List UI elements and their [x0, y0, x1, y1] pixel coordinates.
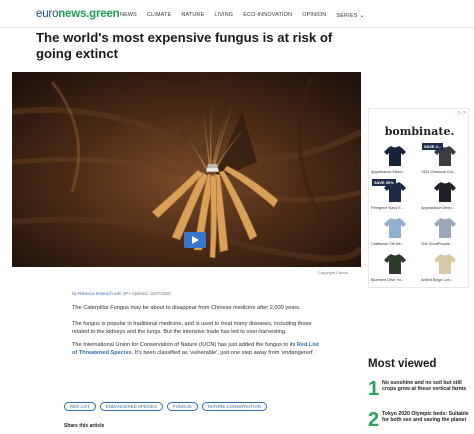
- logo-main: news.green: [58, 8, 120, 20]
- author-link[interactable]: Rebecca Kesevich: [78, 291, 113, 296]
- ad-product[interactable]: Craftsman Off-Wh...: [371, 215, 419, 253]
- nav-eco-innovation[interactable]: ECO-INNOVATION: [243, 12, 292, 19]
- ad-product[interactable]: The GoodPeople...: [421, 215, 469, 253]
- byline-with: with: [113, 291, 122, 296]
- ad-product[interactable]: Bluemint Olive Ya...: [371, 251, 419, 289]
- most-viewed-title: Most viewed: [368, 358, 437, 370]
- nav-climate[interactable]: CLIMATE: [147, 12, 171, 19]
- shirt-icon: [384, 254, 406, 274]
- tag-fungus[interactable]: FUNGUS: [167, 402, 198, 411]
- shirt-icon: [384, 218, 406, 238]
- agency-link[interactable]: AP: [122, 291, 128, 296]
- article-paragraph-2: The fungus is popular in traditional med…: [72, 321, 312, 336]
- shirt-icon: [434, 182, 456, 202]
- share-heading: Share this article: [64, 423, 105, 429]
- top-navigation: euronews.green NEWS CLIMATE NATURE LIVIN…: [0, 0, 474, 28]
- ad-product-label: Appearance Midni...: [371, 170, 405, 174]
- nav-nature[interactable]: NATURE: [181, 12, 204, 19]
- nav-series-label: SERIES: [336, 13, 358, 19]
- byline: By Rebecca Kesevich with AP • Updated: 1…: [72, 291, 171, 296]
- nav-opinion[interactable]: OPINION: [302, 12, 326, 19]
- logo-prefix: euro: [36, 8, 59, 20]
- ad-product-label: Peregrine Navy E...: [371, 206, 404, 210]
- ad-product-label: Appearance Deep...: [421, 206, 455, 210]
- most-viewed-headline[interactable]: No sunshine and no soil but still crops …: [382, 380, 472, 393]
- tag-nature-conservation[interactable]: NATURE CONSERVATION: [201, 402, 267, 411]
- byline-updated: • Updated: 15/07/2020: [129, 291, 171, 296]
- shirt-icon: [384, 146, 406, 166]
- play-icon[interactable]: [184, 232, 206, 248]
- paragraph-3-text-b: . It's been classified as 'vulnerable', …: [131, 350, 315, 357]
- nav-series[interactable]: SERIES ⌄: [336, 12, 364, 19]
- paragraph-3-text-a: The International Union for Conservation…: [72, 342, 297, 348]
- ad-product-label: The GoodPeople...: [421, 242, 453, 246]
- shirt-icon: [434, 218, 456, 238]
- rank-number: 1: [368, 378, 380, 400]
- shirt-icon: [434, 254, 456, 274]
- article-paragraph-3: The International Union for Conservation…: [72, 341, 324, 357]
- chevron-down-icon: ⌄: [359, 13, 365, 19]
- nav-living[interactable]: LIVING: [214, 12, 233, 19]
- advertisement[interactable]: ▷ × bombinate. Appearance Midni... SAVE 2…: [368, 108, 469, 288]
- ad-brand: bombinate.: [384, 125, 455, 138]
- site-logo[interactable]: euronews.green: [36, 8, 120, 20]
- article-paragraph-1: The Caterpillar Fungus may be about to d…: [72, 305, 301, 311]
- most-viewed-headline[interactable]: Tokyo 2020 Olympic beds: Suitable for bo…: [382, 411, 472, 424]
- ad-product[interactable]: Artknit Beige Lon...: [421, 251, 469, 289]
- tag-red-list[interactable]: RED LIST: [64, 402, 96, 411]
- image-credit: Copyright Canva: [318, 270, 348, 275]
- ad-choices-icon[interactable]: ▷ ×: [458, 110, 466, 116]
- rank-number: 2: [368, 409, 380, 431]
- ad-product[interactable]: SAVE 2... 1931 Charcoal Cot...: [421, 143, 469, 181]
- sale-badge: SAVE 30%: [372, 179, 396, 186]
- tag-endangered-species[interactable]: ENDANGERED SPECIES: [99, 402, 164, 411]
- hero-video[interactable]: [12, 72, 361, 267]
- ad-product-label: 1931 Charcoal Cot...: [421, 170, 456, 174]
- ad-product-label: Bluemint Olive Ya...: [371, 278, 404, 282]
- sale-badge: SAVE 2...: [422, 143, 444, 150]
- nav-news[interactable]: NEWS: [120, 12, 137, 19]
- ad-product[interactable]: Appearance Midni...: [371, 143, 419, 181]
- article-title: The world's most expensive fungus is at …: [36, 30, 333, 61]
- tag-list: RED LIST ENDANGERED SPECIES FUNGUS NATUR…: [64, 402, 267, 411]
- ad-product-label: Artknit Beige Lon...: [421, 278, 454, 282]
- ad-product[interactable]: Appearance Deep...: [421, 179, 469, 217]
- byline-prefix: By: [72, 291, 77, 296]
- ad-product[interactable]: SAVE 30% Peregrine Navy E...: [371, 179, 419, 217]
- nav-menu: NEWS CLIMATE NATURE LIVING ECO-INNOVATIO…: [120, 12, 365, 19]
- ad-product-label: Craftsman Off-Wh...: [371, 242, 405, 246]
